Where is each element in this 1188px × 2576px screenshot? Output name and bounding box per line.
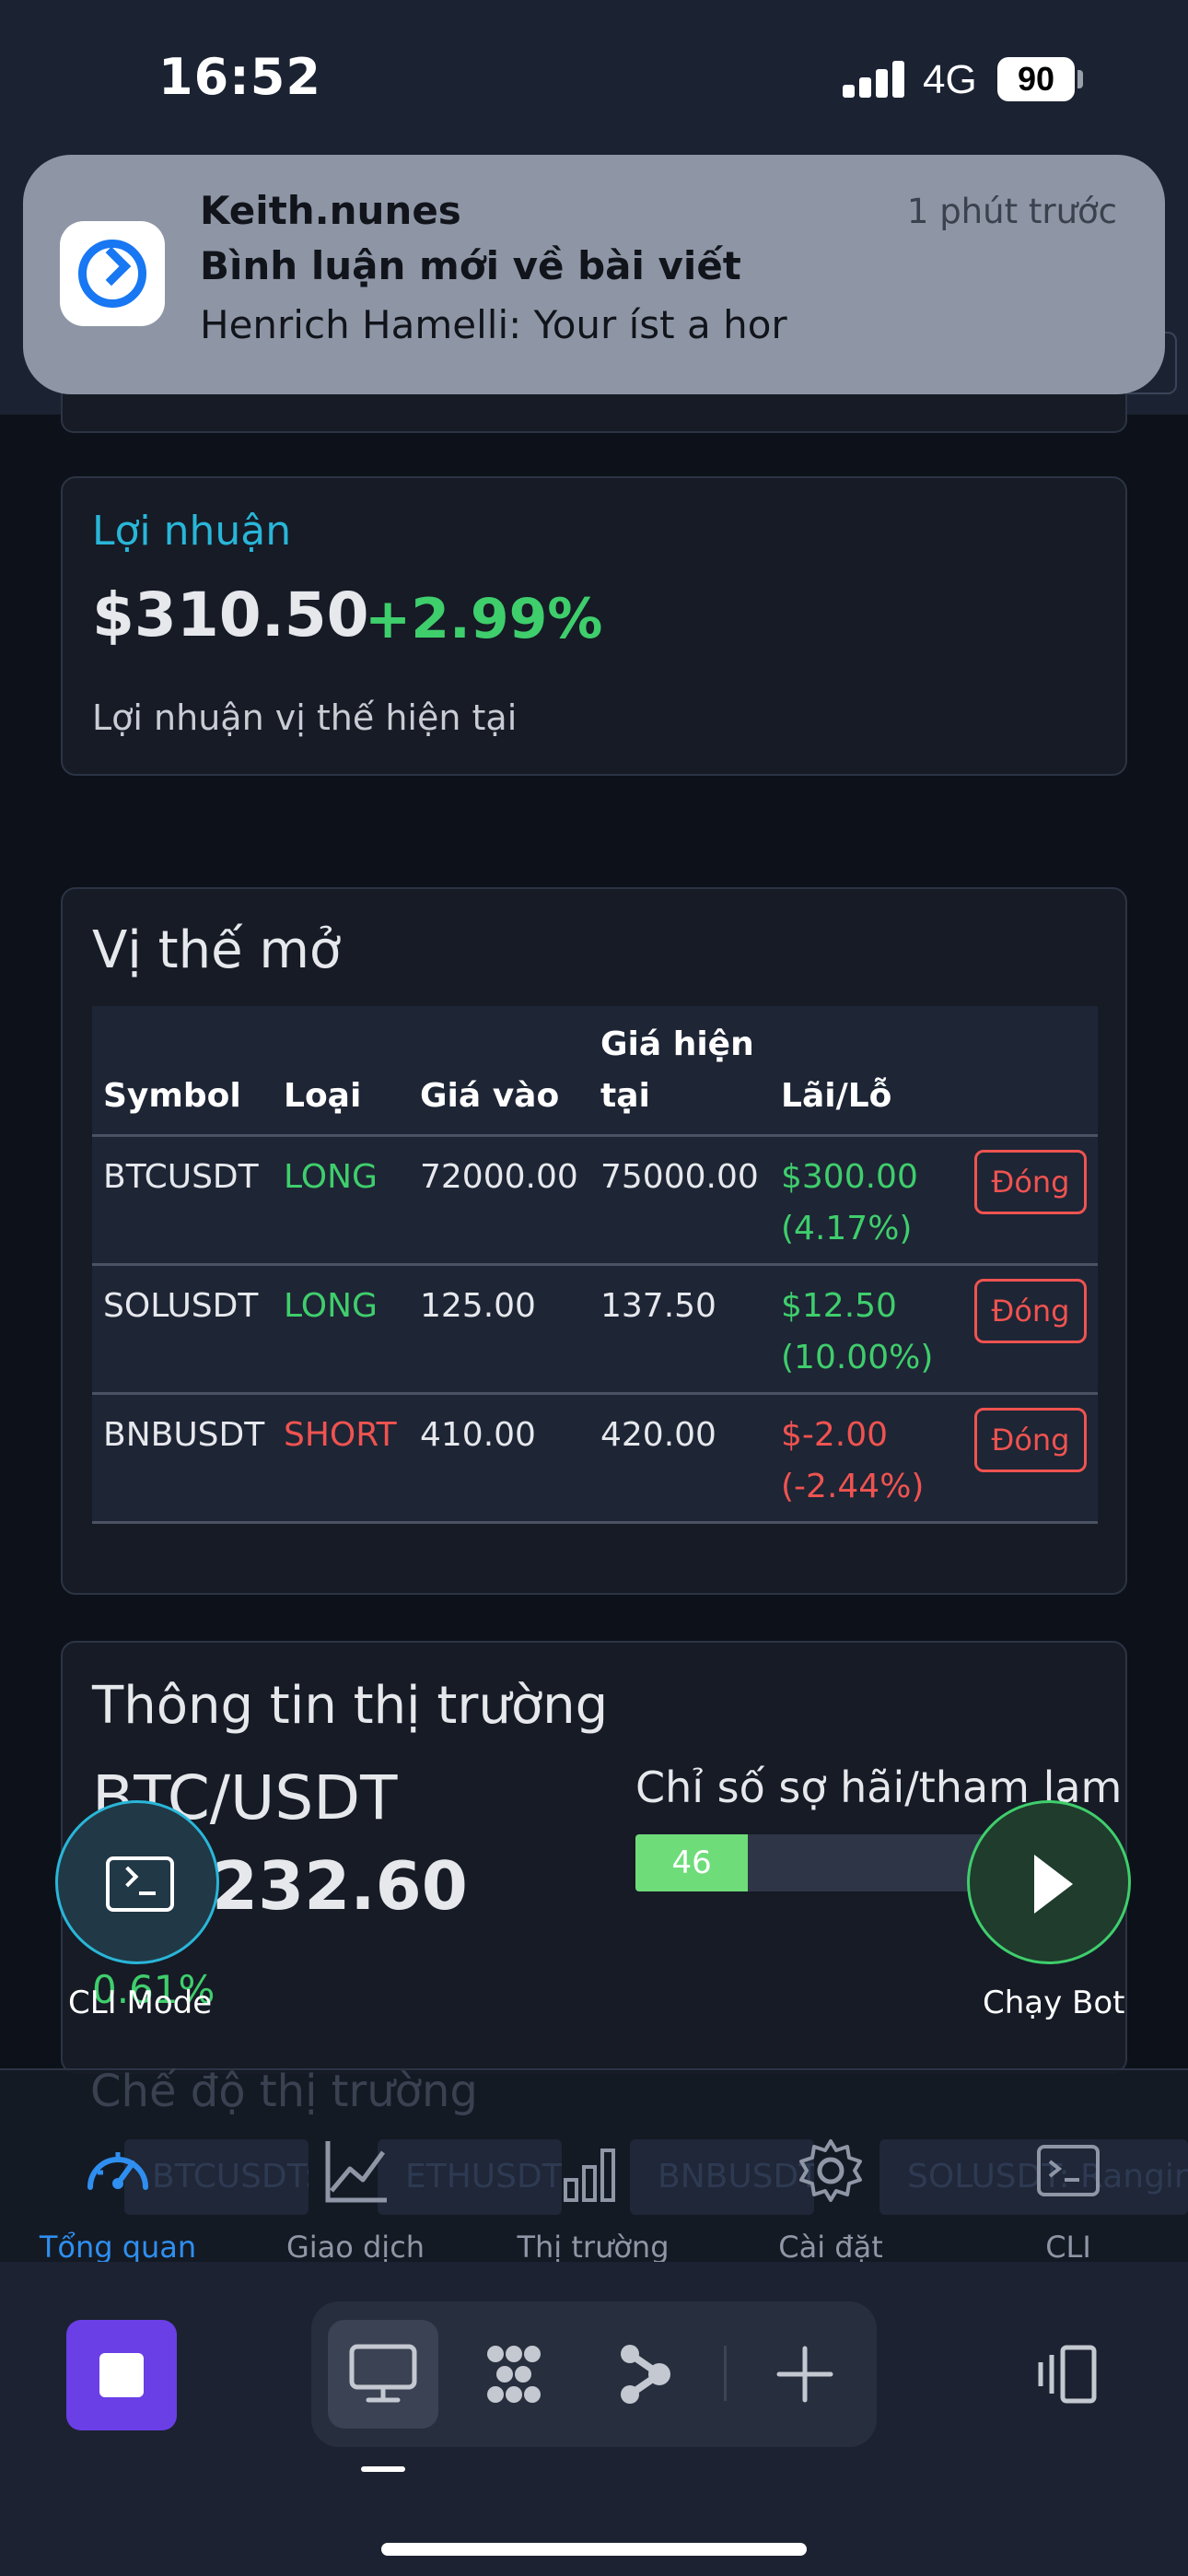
close-position-button[interactable]: Đóng [974,1279,1087,1343]
status-bar: 16:52 4G 90 [0,0,1188,161]
nav-trading[interactable]: Giao dịch [254,2136,457,2265]
terminal-icon [106,1856,174,1912]
gauge-icon [87,2152,148,2190]
network-type: 4G [923,57,977,102]
header-current-line2: tại [600,1077,650,1115]
positions-card: Vị thế mở Symbol Loại Giá vào Giá hiện t… [61,887,1127,1595]
cell-symbol: BNBUSDT [103,1416,265,1454]
nav-settings[interactable]: Cài đặt [729,2136,932,2265]
market-card: Thông tin thị trường BTC/USDT 232.60 0.6… [61,1641,1127,2074]
cell-type: LONG [284,1158,378,1196]
nav-label: Tổng quan [39,2230,197,2265]
plus-icon[interactable] [768,2337,842,2411]
cell-symbol: SOLUSDT [103,1287,259,1325]
close-position-button[interactable]: Đóng [974,1150,1087,1214]
terminal-icon [1037,2145,1100,2196]
cell-entry: 72000.00 [420,1158,578,1196]
cell-entry: 410.00 [420,1416,536,1454]
run-bot-button[interactable] [967,1800,1131,1964]
cell-entry: 125.00 [420,1287,536,1325]
cell-type: LONG [284,1287,378,1325]
nav-label: Giao dịch [285,2230,425,2265]
profit-value: $310.50 [92,580,369,650]
cell-current: 420.00 [600,1416,716,1454]
positions-table: Symbol Loại Giá vào Giá hiện tại Lãi/Lỗ … [92,1006,1098,1524]
header-current-line1: Giá hiện [600,1025,754,1063]
line-chart-icon [325,2141,387,2203]
profit-percent: +2.99% [365,587,603,651]
cell-pnl-pct: (4.17%) [781,1210,913,1247]
cell-pnl-pct: (-2.44%) [781,1468,925,1505]
cell-pnl: $12.50 [781,1287,897,1325]
share-nodes-icon[interactable] [608,2337,681,2411]
market-mode-title: Chế độ thị trường [90,2066,478,2117]
monitor-tab[interactable] [328,2320,438,2429]
header-entry: Giá vào [420,1077,560,1115]
table-row: BNBUSDT SHORT 410.00 420.00 $-2.00 (-2.4… [92,1395,1098,1524]
nav-label: Thị trường [517,2230,670,2265]
profit-card: Lợi nhuận $310.50 +2.99% Lợi nhuận vị th… [61,476,1127,776]
table-row: BTCUSDT LONG 72000.00 75000.00 $300.00 (… [92,1137,1098,1266]
status-time: 16:52 [158,48,321,106]
cell-current: 75000.00 [600,1158,759,1196]
positions-title: Vị thế mở [92,920,342,980]
notification-banner[interactable]: Keith.nunes 1 phút trước Bình luận mới v… [23,155,1165,394]
cell-type: SHORT [284,1416,397,1454]
profit-description: Lợi nhuận vị thế hiện tại [92,697,518,738]
cell-pnl: $300.00 [781,1158,918,1196]
notification-body: Henrich Hamelli: Your íst a hor [200,302,787,347]
fear-greed-fill: 46 [635,1834,749,1891]
apps-grid-icon[interactable] [477,2337,551,2411]
monitor-icon [349,2344,417,2403]
cell-symbol: BTCUSDT [103,1158,259,1196]
notification-time: 1 phút trước [906,192,1117,231]
cell-pnl: $-2.00 [781,1416,889,1454]
header-type: Loại [284,1077,362,1115]
nav-market[interactable]: Thị trường [492,2136,694,2265]
market-title: Thông tin thị trường [92,1676,609,1736]
stop-button[interactable] [66,2320,177,2430]
window-switch-icon[interactable] [1030,2338,1103,2412]
nav-overview[interactable]: Tổng quan [17,2136,219,2265]
home-indicator[interactable] [381,2543,807,2556]
dock-toolbar [311,2301,877,2447]
run-bot-label: Chạy Bot [983,1985,1125,2021]
cli-mode-label: CLI Mode [68,1985,213,2021]
cli-mode-button[interactable] [55,1800,219,1964]
fear-greed-bar: 46 [635,1834,985,1891]
nav-label: CLI [1045,2230,1091,2265]
signal-icon [843,61,904,98]
bar-chart-icon [564,2149,615,2202]
close-position-button[interactable]: Đóng [974,1408,1087,1472]
nav-label: Cài đặt [778,2230,883,2265]
header-symbol: Symbol [103,1077,241,1115]
table-header: Symbol Loại Giá vào Giá hiện tại Lãi/Lỗ [92,1006,1098,1137]
cell-pnl-pct: (10.00%) [781,1339,934,1376]
app-logo-icon [60,221,165,326]
play-icon [1034,1855,1073,1914]
gear-icon [799,2139,862,2202]
table-row: SOLUSDT LONG 125.00 137.50 $12.50 (10.00… [92,1266,1098,1395]
battery-icon: 90 [997,57,1075,101]
profit-label: Lợi nhuận [92,508,292,555]
cell-current: 137.50 [600,1287,716,1325]
header-pnl: Lãi/Lỗ [781,1077,892,1115]
nav-cli[interactable]: CLI [967,2136,1170,2265]
notification-app: Keith.nunes [200,188,461,233]
notification-title: Bình luận mới về bài viết [200,243,741,288]
